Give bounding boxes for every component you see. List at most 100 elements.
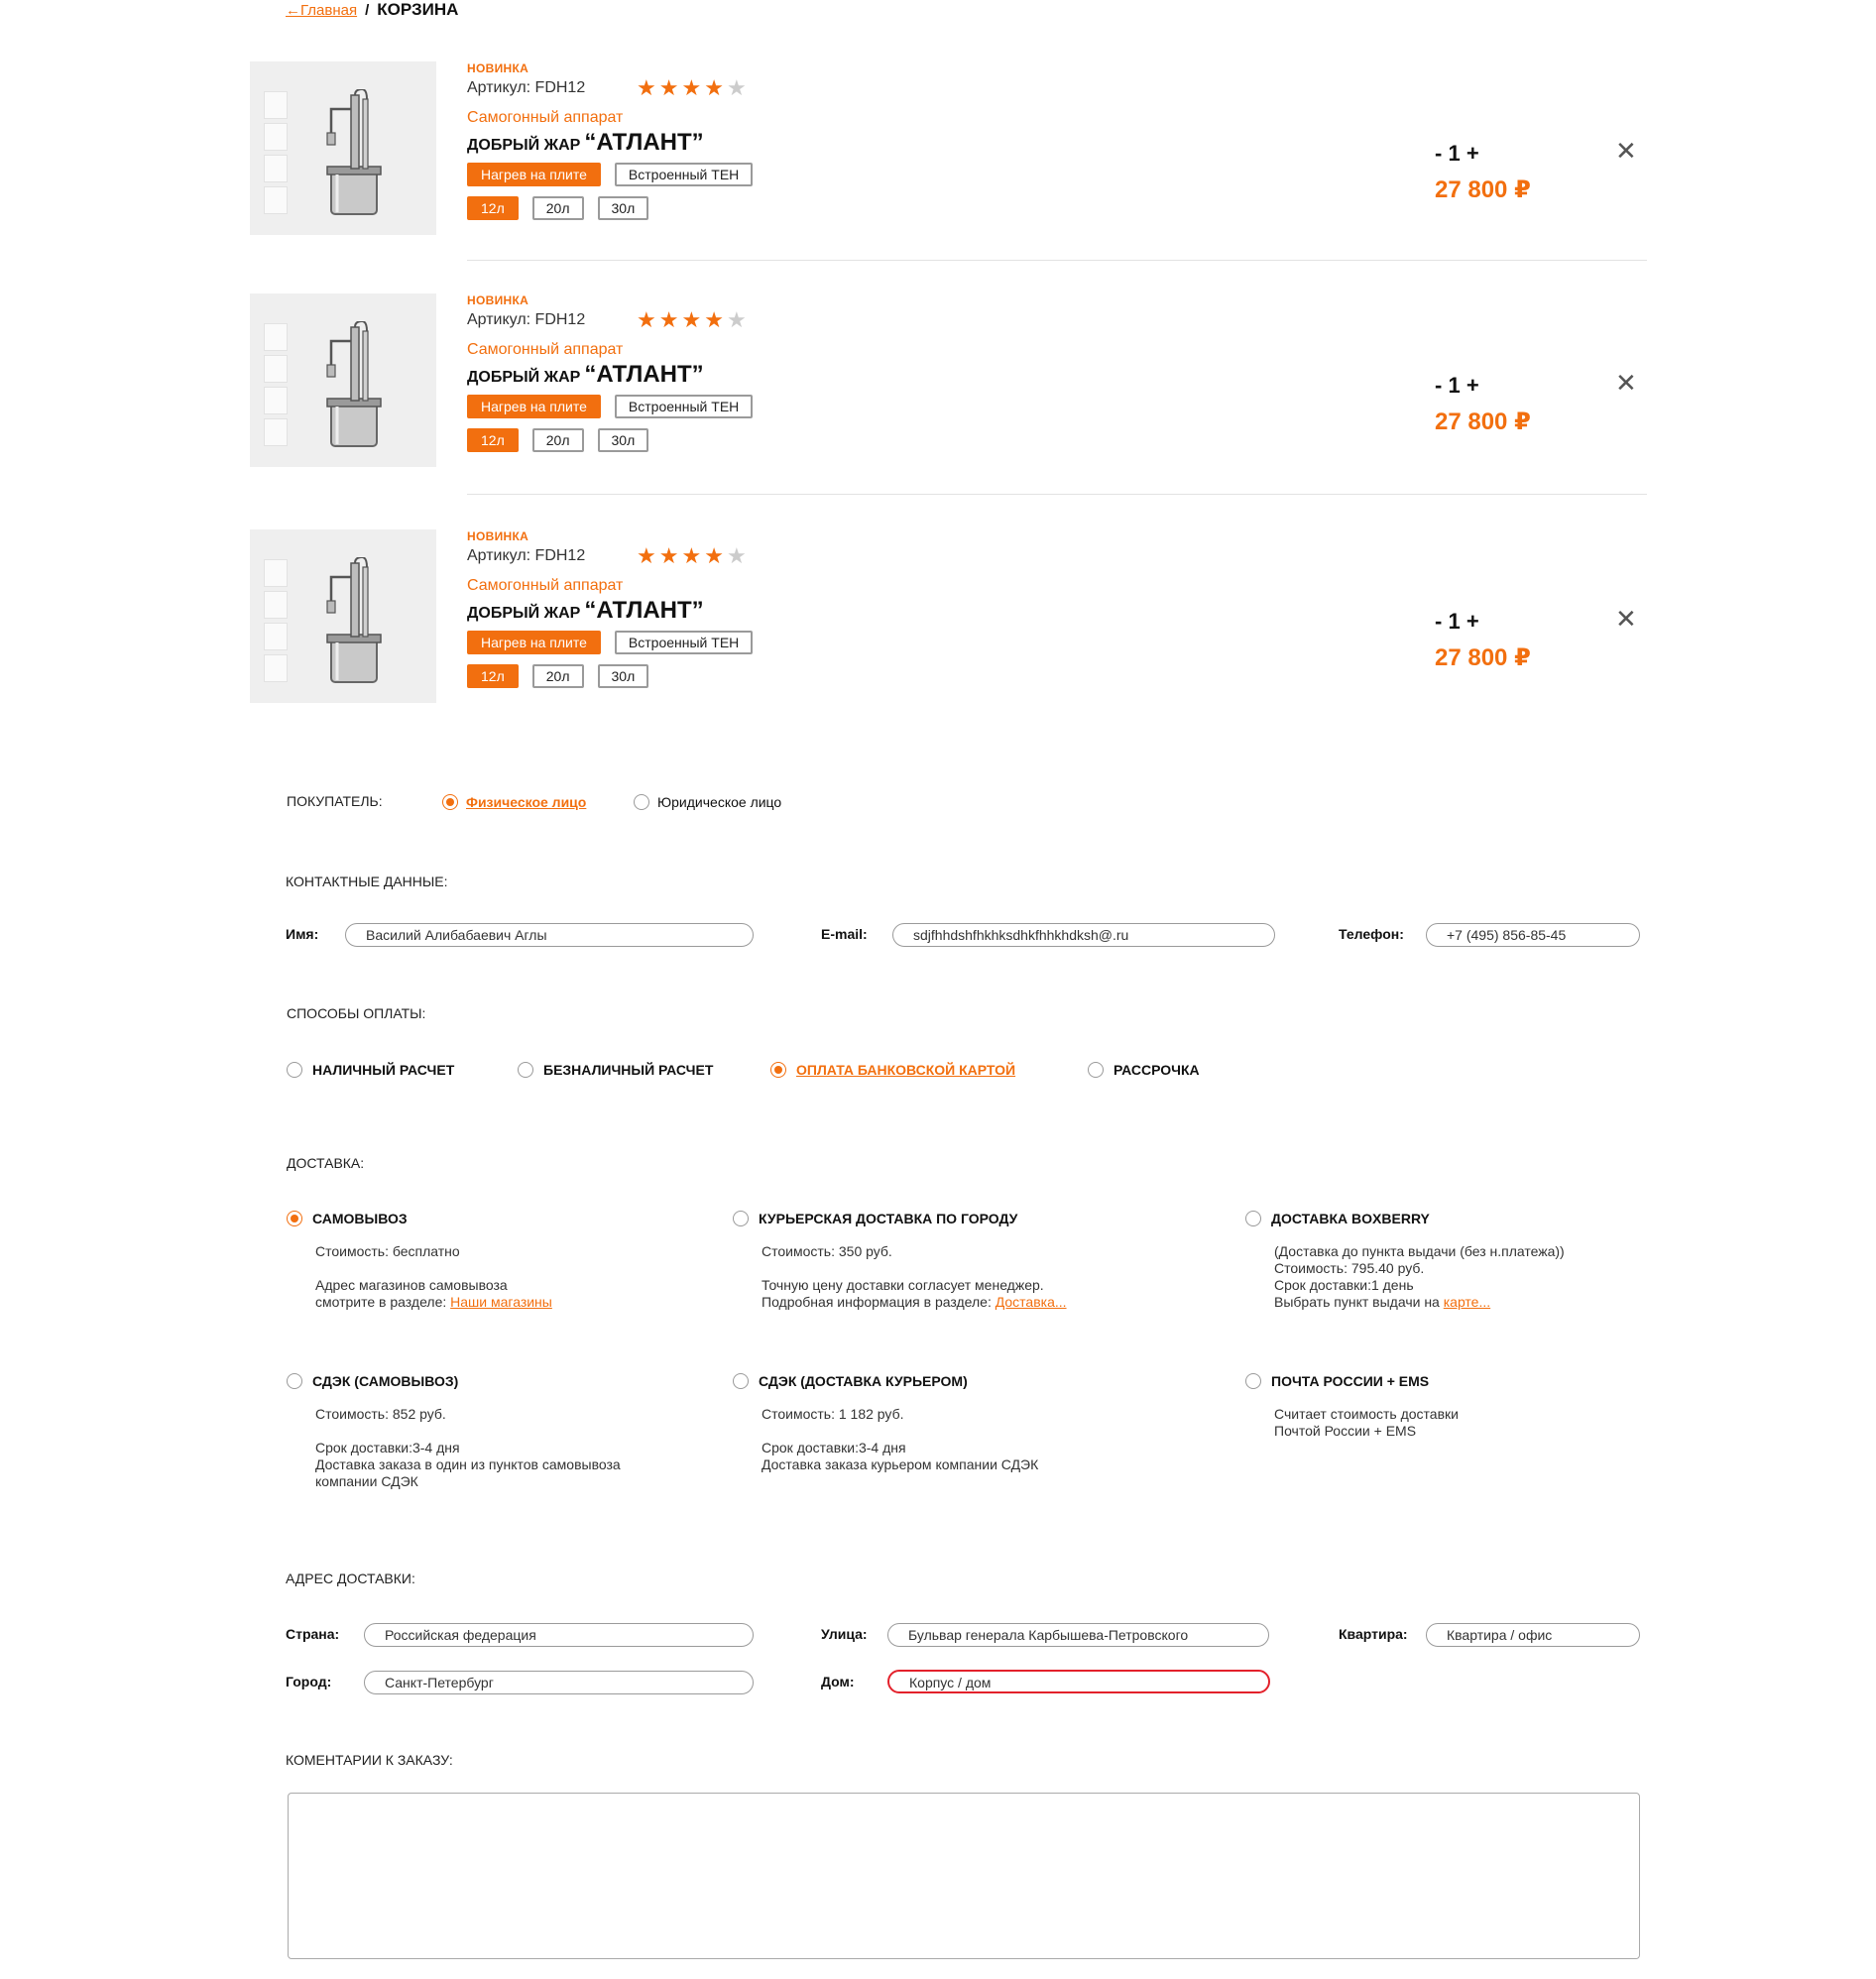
radio-icon[interactable] — [733, 1210, 749, 1226]
volume-option-button[interactable]: 12л — [467, 664, 519, 688]
qty-value[interactable]: 1 — [1448, 609, 1460, 634]
thumbnail[interactable] — [264, 91, 288, 119]
thumbnail[interactable] — [264, 323, 288, 351]
flat-field[interactable]: Квартира / офис — [1426, 1623, 1640, 1647]
qty-value[interactable]: 1 — [1448, 141, 1460, 166]
heating-option-button[interactable]: Нагрев на плите — [467, 163, 601, 186]
heating-option-button[interactable]: Встроенный ТЕН — [614, 395, 754, 418]
name-field[interactable]: Василий Алибабаевич Аглы — [345, 923, 754, 947]
payment-cashless-label: БЕЗНАЛИЧНЫЙ РАСЧЕТ — [543, 1061, 714, 1078]
volume-option-button[interactable]: 20л — [531, 428, 584, 452]
house-field[interactable]: Корпус / дом — [887, 1670, 1270, 1693]
product-name[interactable]: ДОБРЫЙ ЖАР “АТЛАНТ” — [467, 361, 766, 389]
qty-plus-button[interactable]: + — [1466, 373, 1479, 398]
radio-icon[interactable] — [733, 1372, 749, 1389]
volume-options: 12л 20л 30л — [467, 664, 766, 688]
payment-option-cash[interactable]: НАЛИЧНЫЙ РАСЧЕТ — [287, 1061, 454, 1079]
payment-card-label: ОПЛАТА БАНКОВСКОЙ КАРТОЙ — [796, 1061, 1016, 1078]
volume-option-button[interactable]: 30л — [597, 196, 649, 220]
radio-icon[interactable] — [634, 793, 649, 810]
star-icon: ★ — [726, 307, 750, 332]
city-field[interactable]: Санкт-Петербург — [364, 1671, 754, 1694]
qty-plus-button[interactable]: + — [1466, 141, 1479, 166]
product-name[interactable]: ДОБРЫЙ ЖАР “АТЛАНТ” — [467, 597, 766, 625]
volume-option-button[interactable]: 20л — [531, 664, 584, 688]
delivery-line: Точную цену доставки согласует менеджер. — [762, 1277, 1044, 1293]
delivery-option-pickup[interactable]: САМОВЫВОЗ Стоимость: бесплатно Адрес маг… — [287, 1210, 703, 1311]
delivery-option-boxberry[interactable]: ДОСТАВКА BOXBERRY (Доставка до пункта вы… — [1245, 1210, 1642, 1311]
radio-icon[interactable] — [1245, 1210, 1261, 1226]
radio-icon[interactable] — [770, 1061, 786, 1078]
radio-icon[interactable] — [287, 1210, 302, 1226]
thumbnail[interactable] — [264, 155, 288, 182]
map-link[interactable]: карте... — [1444, 1294, 1490, 1310]
delivery-option-cdek-courier[interactable]: СДЭК (ДОСТАВКА КУРЬЕРОМ) Стоимость: 1 18… — [733, 1372, 1189, 1473]
delivery-description: Считает стоимость доставки Почтой России… — [1274, 1406, 1642, 1440]
product-model: “АТЛАНТ” — [584, 129, 704, 156]
radio-icon[interactable] — [287, 1372, 302, 1389]
product-price: 27 800 ₽ — [1435, 176, 1531, 203]
radio-icon[interactable] — [518, 1061, 533, 1078]
product-name[interactable]: ДОБРЫЙ ЖАР “АТЛАНТ” — [467, 129, 766, 157]
thumbnail[interactable] — [264, 186, 288, 214]
delivery-option-russian-post[interactable]: ПОЧТА РОССИИ + EMS Считает стоимость дос… — [1245, 1372, 1642, 1440]
rating-stars: ★★★★★ — [637, 543, 750, 569]
payment-option-card[interactable]: ОПЛАТА БАНКОВСКОЙ КАРТОЙ — [770, 1061, 1015, 1079]
phone-field[interactable]: +7 (495) 856-85-45 — [1426, 923, 1640, 947]
remove-item-button[interactable]: ✕ — [1615, 136, 1637, 167]
qty-minus-button[interactable]: - — [1435, 609, 1442, 634]
qty-plus-button[interactable]: + — [1466, 609, 1479, 634]
quantity-stepper: - 1 + — [1435, 609, 1479, 635]
thumbnail[interactable] — [264, 123, 288, 151]
product-category: Самогонный аппарат — [467, 577, 624, 594]
email-field[interactable]: sdjfhhdshfhkhksdhkfhhkhdksh@.ru — [892, 923, 1275, 947]
delivery-title: САМОВЫВОЗ — [312, 1210, 408, 1226]
breadcrumb-home-link[interactable]: ←Главная — [286, 2, 357, 19]
our-stores-link[interactable]: Наши магазины — [450, 1294, 552, 1310]
thumbnail[interactable] — [264, 591, 288, 619]
delivery-option-courier-city[interactable]: КУРЬЕРСКАЯ ДОСТАВКА ПО ГОРОДУ Стоимость:… — [733, 1210, 1189, 1311]
new-badge: НОВИНКА — [467, 529, 529, 543]
thumbnail[interactable] — [264, 418, 288, 446]
payment-option-cashless[interactable]: БЕЗНАЛИЧНЫЙ РАСЧЕТ — [518, 1061, 713, 1079]
heating-option-button[interactable]: Встроенный ТЕН — [614, 163, 754, 186]
payment-option-installment[interactable]: РАССРОЧКА — [1088, 1061, 1200, 1079]
thumbnail[interactable] — [264, 623, 288, 650]
qty-minus-button[interactable]: - — [1435, 373, 1442, 398]
heating-option-button[interactable]: Встроенный ТЕН — [614, 631, 754, 654]
delivery-line: смотрите в разделе: — [315, 1294, 451, 1310]
distiller-illustration — [326, 321, 382, 447]
delivery-info-link[interactable]: Доставка... — [996, 1294, 1067, 1310]
product-image[interactable] — [250, 293, 436, 467]
volume-option-button[interactable]: 20л — [531, 196, 584, 220]
product-image[interactable] — [250, 529, 436, 703]
volume-option-button[interactable]: 12л — [467, 196, 519, 220]
star-icon: ★ — [704, 543, 727, 568]
product-image[interactable] — [250, 61, 436, 235]
thumbnail[interactable] — [264, 387, 288, 414]
qty-minus-button[interactable]: - — [1435, 141, 1442, 166]
delivery-option-cdek-pickup[interactable]: СДЭК (САМОВЫВОЗ) Стоимость: 852 руб. Сро… — [287, 1372, 703, 1490]
thumbnail[interactable] — [264, 559, 288, 587]
heating-option-button[interactable]: Нагрев на плите — [467, 631, 601, 654]
qty-value[interactable]: 1 — [1448, 373, 1460, 398]
radio-icon[interactable] — [287, 1061, 302, 1078]
country-field[interactable]: Российская федерация — [364, 1623, 754, 1647]
radio-icon[interactable] — [1088, 1061, 1104, 1078]
heating-option-button[interactable]: Нагрев на плите — [467, 395, 601, 418]
street-field[interactable]: Бульвар генерала Карбышева-Петровского — [887, 1623, 1269, 1647]
product-category: Самогонный аппарат — [467, 341, 624, 358]
thumbnail[interactable] — [264, 355, 288, 383]
volume-option-button[interactable]: 30л — [597, 428, 649, 452]
buyer-individual-option[interactable]: Физическое лицо — [442, 793, 586, 811]
remove-item-button[interactable]: ✕ — [1615, 604, 1637, 635]
remove-item-button[interactable]: ✕ — [1615, 368, 1637, 399]
thumbnail[interactable] — [264, 654, 288, 682]
volume-option-button[interactable]: 30л — [597, 664, 649, 688]
radio-icon[interactable] — [1245, 1372, 1261, 1389]
buyer-legal-option[interactable]: Юридическое лицо — [634, 793, 781, 811]
volume-option-button[interactable]: 12л — [467, 428, 519, 452]
radio-icon[interactable] — [442, 793, 458, 810]
star-icon: ★ — [681, 307, 705, 332]
comment-textarea[interactable] — [288, 1793, 1640, 1959]
